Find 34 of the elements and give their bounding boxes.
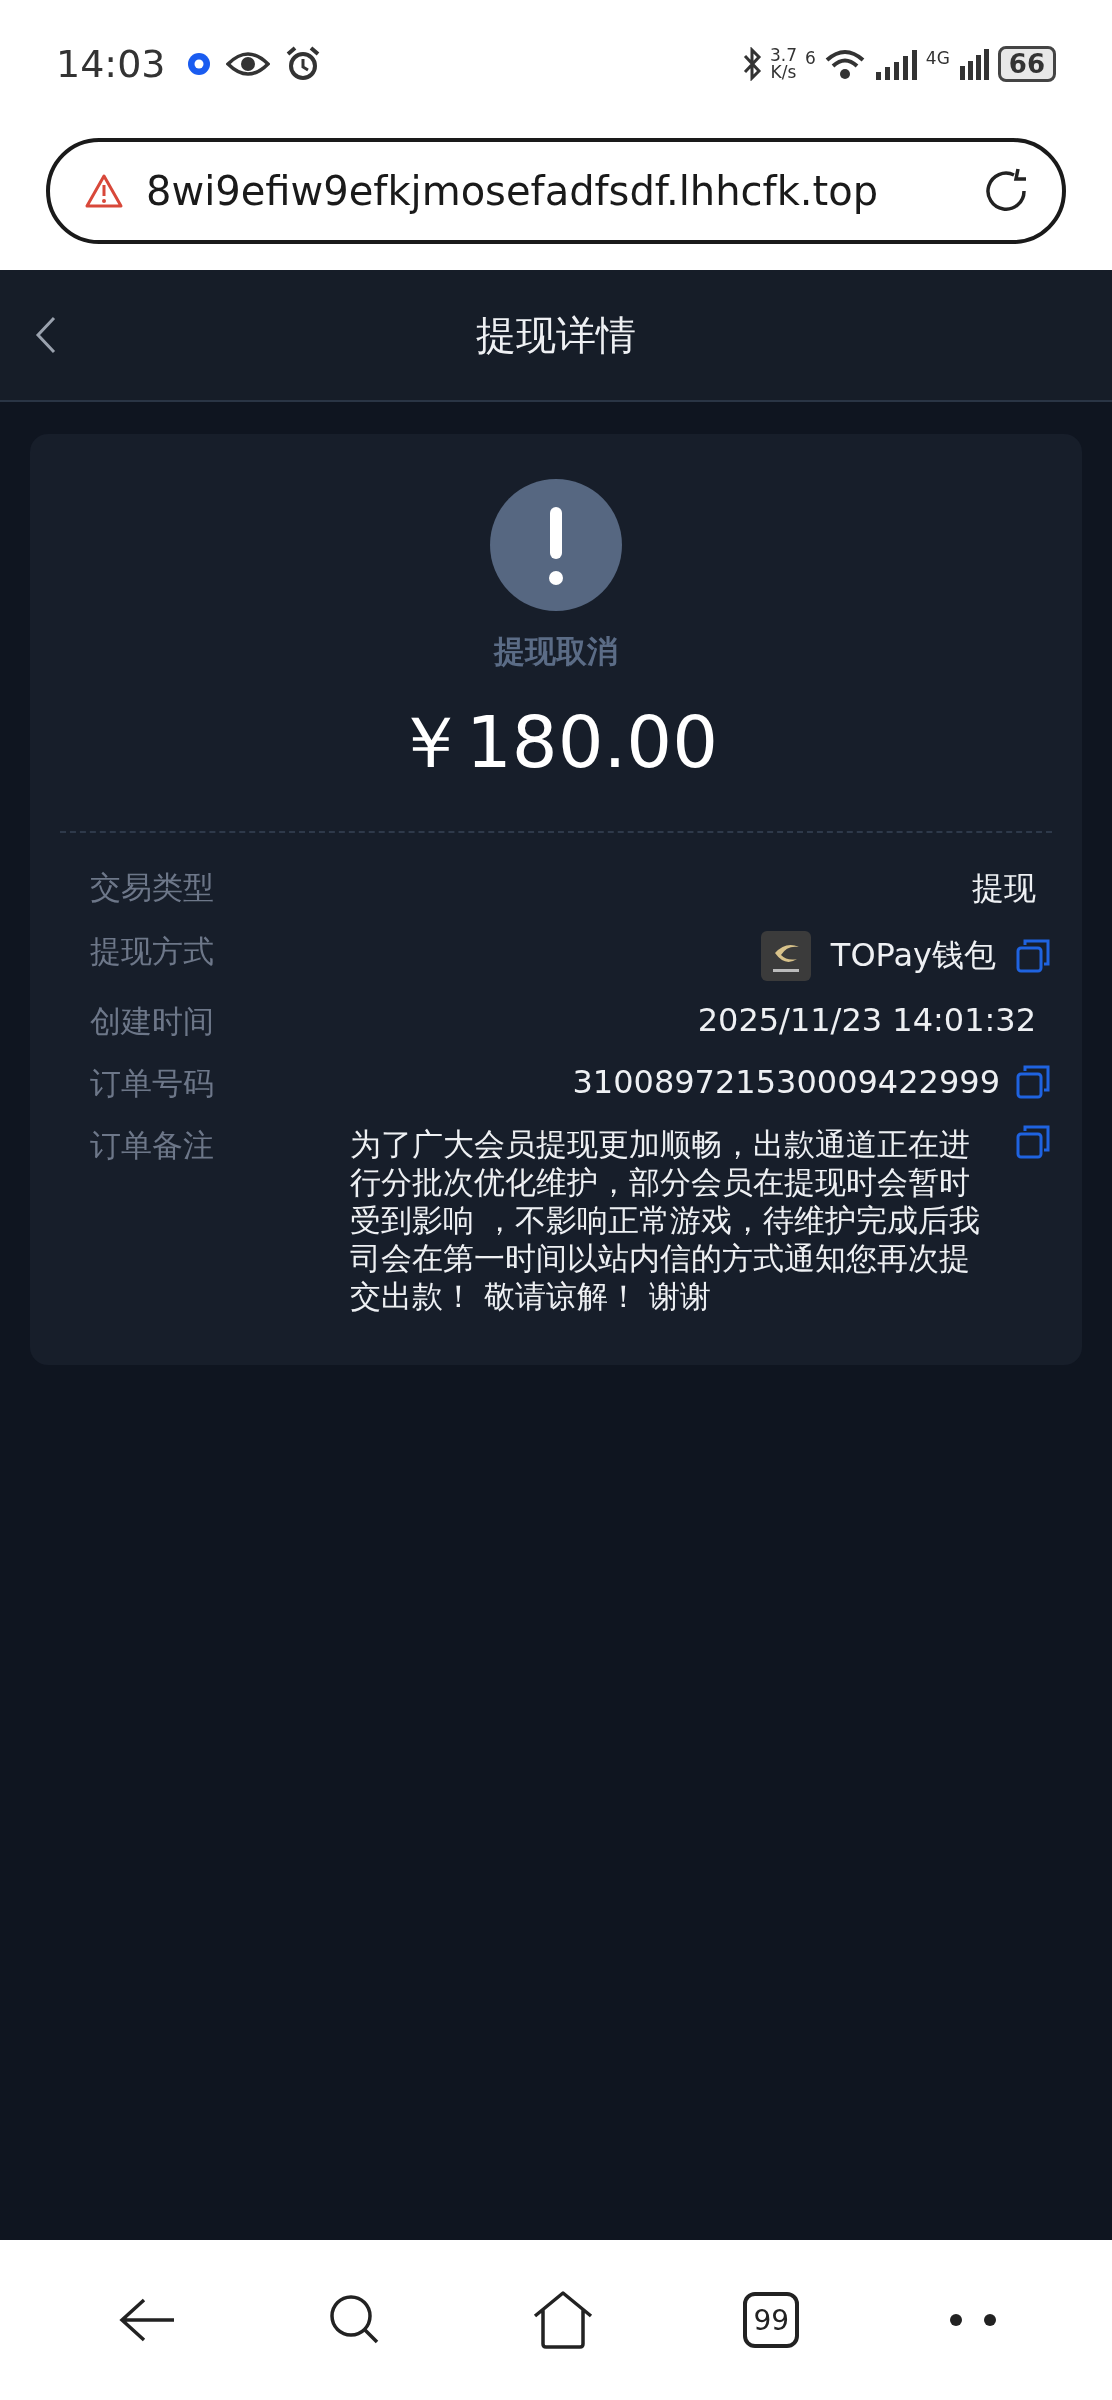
detail-value: TOPay钱包	[830, 935, 996, 976]
alert-icon	[490, 479, 622, 611]
copy-icon[interactable]	[1016, 1065, 1050, 1099]
note-text: 为了广大会员提现更加顺畅，出款通道正在进行分批次优化维护，部分会员在提现时会暂时受到影响 ，不影响正常游戏，待维护完成后我司会在第一时间以站内信的方式通知您再次提交出款！ 敬请谅解！ 谢谢	[350, 1125, 980, 1315]
signal-icon	[957, 48, 990, 80]
wallet-logo-icon	[760, 931, 811, 981]
battery-indicator: 66	[997, 46, 1056, 82]
detail-label: 交易类型	[90, 868, 215, 907]
warning-icon	[84, 173, 124, 209]
wifi-label: 6	[805, 48, 816, 68]
menu-icon[interactable]	[947, 2312, 998, 2328]
detail-label: 提现方式	[90, 932, 215, 971]
eye-icon	[225, 50, 270, 78]
wifi-icon	[823, 48, 866, 80]
status-time: 14:03	[56, 42, 166, 86]
detail-value: 提现	[972, 868, 1036, 909]
signal-icon	[873, 48, 918, 80]
network-speed: 3.7 K/s	[769, 47, 797, 81]
address-bar[interactable]: 8wi9efiw9efkjmosefadfsdf.lhhcfk.top	[46, 138, 1066, 244]
page-title: 提现详情	[476, 310, 636, 360]
amount-text: ￥180.00	[394, 699, 718, 786]
bluetooth-icon	[741, 47, 762, 81]
copy-icon[interactable]	[1016, 1125, 1050, 1159]
status-text: 提现取消	[494, 632, 618, 671]
network-type: 4G	[925, 48, 950, 68]
detail-label: 订单号码	[90, 1064, 215, 1103]
back-icon[interactable]	[34, 315, 58, 355]
detail-value: 310089721530009422999	[572, 1063, 1000, 1101]
detail-label: 创建时间	[90, 1002, 215, 1041]
detail-value: 2025/11/23 14:01:32	[697, 1001, 1036, 1039]
tabs-button[interactable]: 99	[743, 2292, 800, 2348]
copy-icon[interactable]	[1016, 939, 1050, 973]
app-notification-icon	[185, 51, 212, 77]
detail-label: 订单备注	[90, 1126, 215, 1165]
